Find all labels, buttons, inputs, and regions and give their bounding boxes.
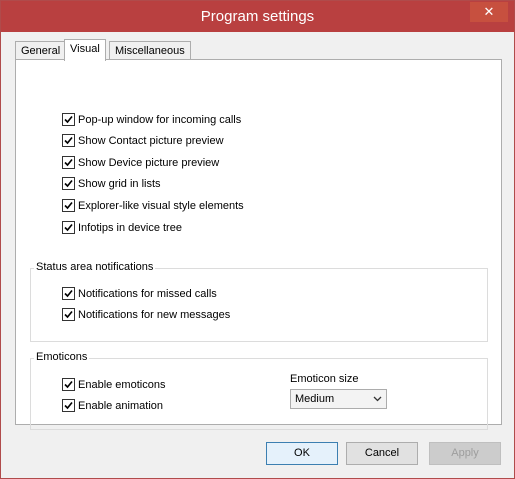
program-settings-window: Program settings ✕ General Visual Miscel… <box>0 0 515 479</box>
close-icon: ✕ <box>483 4 495 19</box>
emoticon-size-value: Medium <box>295 393 335 405</box>
option-device-picture-preview[interactable]: Show Device picture preview <box>62 155 219 171</box>
checkbox[interactable] <box>62 307 75 321</box>
option-enable-animation[interactable]: Enable animation <box>62 398 163 414</box>
option-popup-window[interactable]: Pop-up window for incoming calls <box>62 112 241 128</box>
emoticon-size-dropdown[interactable]: Medium <box>290 389 387 409</box>
checkbox[interactable] <box>62 286 75 300</box>
emoticons-group-title: Emoticons <box>34 351 90 363</box>
cancel-button[interactable]: Cancel <box>346 442 418 465</box>
checkbox[interactable] <box>62 220 75 234</box>
check-mark-icon <box>64 380 73 388</box>
checkbox[interactable] <box>62 112 75 126</box>
status-area-group <box>30 268 488 342</box>
check-mark-icon <box>64 201 73 209</box>
tab-miscellaneous[interactable]: Miscellaneous <box>109 41 191 60</box>
option-label: Show Contact picture preview <box>78 135 224 148</box>
title-bar[interactable]: Program settings ✕ <box>1 1 514 32</box>
checkbox[interactable] <box>62 155 75 169</box>
tab-general[interactable]: General <box>15 41 67 60</box>
check-mark-icon <box>64 115 73 123</box>
option-label: Show Device picture preview <box>78 157 220 170</box>
emoticons-group <box>30 358 488 430</box>
checkbox[interactable] <box>62 176 75 190</box>
visual-tab-panel: Pop-up window for incoming calls Show Co… <box>15 59 502 430</box>
option-explorer-style[interactable]: Explorer-like visual style elements <box>62 198 244 214</box>
check-mark-icon <box>64 310 73 318</box>
checkbox[interactable] <box>62 133 75 147</box>
option-enable-emoticons[interactable]: Enable emoticons <box>62 377 165 393</box>
option-label: Explorer-like visual style elements <box>78 200 244 213</box>
option-label: Notifications for missed calls <box>78 288 217 301</box>
option-label: Enable animation <box>78 400 164 413</box>
option-contact-picture-preview[interactable]: Show Contact picture preview <box>62 133 224 149</box>
chevron-down-icon <box>373 390 382 414</box>
apply-button[interactable]: Apply <box>429 442 501 465</box>
option-label: Pop-up window for incoming calls <box>78 114 242 127</box>
option-label: Show grid in lists <box>78 178 161 191</box>
check-mark-icon <box>64 136 73 144</box>
window-title: Program settings <box>200 8 315 25</box>
close-button[interactable]: ✕ <box>470 2 508 22</box>
check-mark-icon <box>64 289 73 297</box>
check-mark-icon <box>64 223 73 231</box>
tab-visual[interactable]: Visual <box>64 39 106 61</box>
checkbox[interactable] <box>62 398 75 412</box>
check-mark-icon <box>64 158 73 166</box>
option-label: Infotips in device tree <box>78 222 182 235</box>
checkbox[interactable] <box>62 377 75 391</box>
dialog-client-area: General Visual Miscellaneous Pop-up wind… <box>8 32 507 471</box>
ok-button[interactable]: OK <box>266 442 338 465</box>
option-label: Enable emoticons <box>78 379 166 392</box>
status-area-group-title: Status area notifications <box>34 261 156 273</box>
option-new-messages[interactable]: Notifications for new messages <box>62 307 230 323</box>
option-label: Notifications for new messages <box>78 309 231 322</box>
checkbox[interactable] <box>62 198 75 212</box>
emoticon-size-label: Emoticon size <box>290 373 359 385</box>
check-mark-icon <box>64 179 73 187</box>
option-missed-calls[interactable]: Notifications for missed calls <box>62 286 217 302</box>
option-infotips[interactable]: Infotips in device tree <box>62 220 182 236</box>
check-mark-icon <box>64 401 73 409</box>
option-show-grid[interactable]: Show grid in lists <box>62 176 161 192</box>
